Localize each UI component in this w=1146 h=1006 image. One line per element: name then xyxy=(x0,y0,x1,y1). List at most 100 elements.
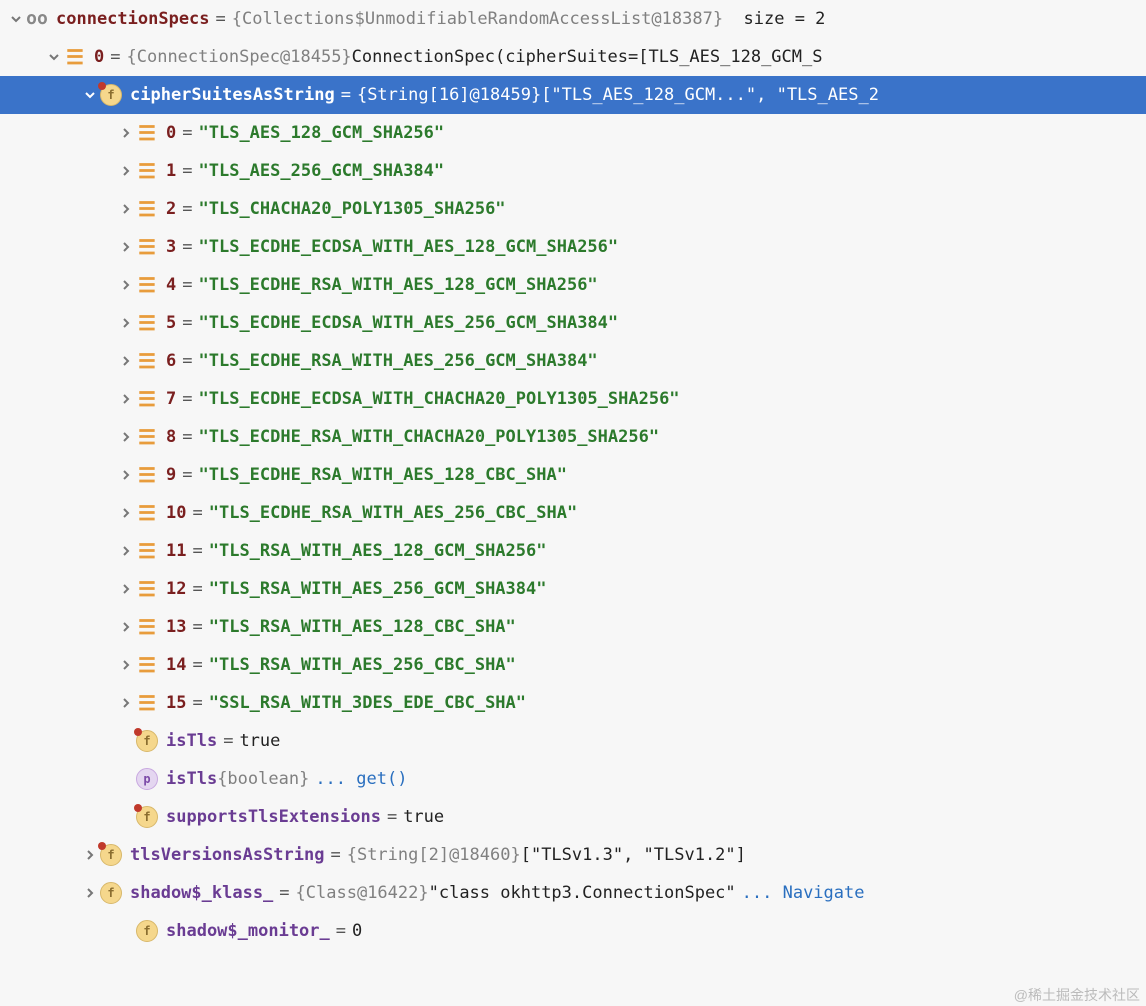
suite-item[interactable]: ☰2 = "TLS_CHACHA20_POLY1305_SHA256" xyxy=(0,190,1146,228)
index: 4 xyxy=(166,277,176,294)
object-ref: {Collections$UnmodifiableRandomAccessLis… xyxy=(232,11,723,28)
text: = xyxy=(182,277,192,294)
chevron-right-icon[interactable] xyxy=(116,393,136,405)
array-item-0[interactable]: ☰0 = {ConnectionSpec@18455} ConnectionSp… xyxy=(0,38,1146,76)
size-label: size = 2 xyxy=(723,11,825,28)
object-ref: {String[16]@18459} xyxy=(357,87,541,104)
array-icon: ☰ xyxy=(136,312,158,334)
text: = xyxy=(330,847,340,864)
var-connectionSpecs[interactable]: ooconnectionSpecs = {Collections$Unmodif… xyxy=(0,0,1146,38)
array-icon: ☰ xyxy=(136,122,158,144)
index: 9 xyxy=(166,467,176,484)
string-value: "TLS_ECDHE_RSA_WITH_AES_128_CBC_SHA" xyxy=(199,467,567,484)
suite-item[interactable]: ☰7 = "TLS_ECDHE_ECDSA_WITH_CHACHA20_POLY… xyxy=(0,380,1146,418)
navigate-link[interactable]: ... Navigate xyxy=(742,885,865,902)
array-icon: ☰ xyxy=(136,274,158,296)
string-value: "TLS_RSA_WITH_AES_128_GCM_SHA256" xyxy=(209,543,547,560)
watermark: @稀土掘金技术社区 xyxy=(1014,988,1140,1002)
property-isTls[interactable]: pisTls {boolean} ... get() xyxy=(0,760,1146,798)
array-icon: ☰ xyxy=(136,160,158,182)
string-value: "TLS_ECDHE_ECDSA_WITH_AES_256_GCM_SHA384… xyxy=(199,315,619,332)
chevron-right-icon[interactable] xyxy=(116,545,136,557)
chevron-right-icon[interactable] xyxy=(116,279,136,291)
field-name: shadow$_klass_ xyxy=(130,885,273,902)
property-icon: p xyxy=(136,768,158,790)
string-value: "TLS_RSA_WITH_AES_256_GCM_SHA384" xyxy=(209,581,547,598)
index: 8 xyxy=(166,429,176,446)
chevron-right-icon[interactable] xyxy=(116,241,136,253)
chevron-right-icon[interactable] xyxy=(116,469,136,481)
index: 2 xyxy=(166,201,176,218)
chevron-right-icon[interactable] xyxy=(116,507,136,519)
index: 14 xyxy=(166,657,186,674)
suite-item[interactable]: ☰1 = "TLS_AES_256_GCM_SHA384" xyxy=(0,152,1146,190)
chevron-right-icon[interactable] xyxy=(116,659,136,671)
chevron-right-icon[interactable] xyxy=(116,431,136,443)
value: true xyxy=(239,733,280,750)
field-cipherSuitesAsString[interactable]: fcipherSuitesAsString = {String[16]@1845… xyxy=(0,76,1146,114)
chevron-right-icon[interactable] xyxy=(80,849,100,861)
chevron-right-icon[interactable] xyxy=(116,697,136,709)
suite-item[interactable]: ☰0 = "TLS_AES_128_GCM_SHA256" xyxy=(0,114,1146,152)
string-value: "TLS_ECDHE_ECDSA_WITH_AES_128_GCM_SHA256… xyxy=(199,239,619,256)
chevron-right-icon[interactable] xyxy=(116,317,136,329)
string-value: "TLS_ECDHE_RSA_WITH_CHACHA20_POLY1305_SH… xyxy=(199,429,660,446)
chevron-right-icon[interactable] xyxy=(116,203,136,215)
field-isTls[interactable]: fisTls = true xyxy=(0,722,1146,760)
text: = xyxy=(192,581,202,598)
index: 5 xyxy=(166,315,176,332)
suite-item[interactable]: ☰11 = "TLS_RSA_WITH_AES_128_GCM_SHA256" xyxy=(0,532,1146,570)
array-icon: ☰ xyxy=(136,388,158,410)
string-value: "TLS_ECDHE_ECDSA_WITH_CHACHA20_POLY1305_… xyxy=(199,391,680,408)
get-link[interactable]: ... get() xyxy=(315,771,407,788)
chevron-right-icon[interactable] xyxy=(116,621,136,633)
suite-item[interactable]: ☰9 = "TLS_ECDHE_RSA_WITH_AES_128_CBC_SHA… xyxy=(0,456,1146,494)
chevron-down-icon[interactable] xyxy=(6,13,26,25)
chevron-right-icon[interactable] xyxy=(80,887,100,899)
type: {boolean} xyxy=(217,771,309,788)
chevron-right-icon[interactable] xyxy=(116,127,136,139)
suite-item[interactable]: ☰14 = "TLS_RSA_WITH_AES_256_CBC_SHA" xyxy=(0,646,1146,684)
index: 11 xyxy=(166,543,186,560)
suite-item[interactable]: ☰10 = "TLS_ECDHE_RSA_WITH_AES_256_CBC_SH… xyxy=(0,494,1146,532)
string-value: "SSL_RSA_WITH_3DES_EDE_CBC_SHA" xyxy=(209,695,526,712)
array-icon: ☰ xyxy=(136,236,158,258)
index: 3 xyxy=(166,239,176,256)
suite-item[interactable]: ☰6 = "TLS_ECDHE_RSA_WITH_AES_256_GCM_SHA… xyxy=(0,342,1146,380)
field-supportsTlsExtensions[interactable]: fsupportsTlsExtensions = true xyxy=(0,798,1146,836)
watch-icon: oo xyxy=(26,8,48,30)
value: true xyxy=(403,809,444,826)
suite-item[interactable]: ☰ 4 = "TLS_ECDHE_RSA_WITH_AES_128_GCM_SHA… xyxy=(0,266,1146,304)
string-value: "TLS_ECDHE_RSA_WITH_AES_256_GCM_SHA384" xyxy=(199,353,598,370)
field-shadow-monitor[interactable]: fshadow$_monitor_ = 0 xyxy=(0,912,1146,950)
chevron-right-icon[interactable] xyxy=(116,583,136,595)
field-tlsVersionsAsString[interactable]: ftlsVersionsAsString = {String[2]@18460}… xyxy=(0,836,1146,874)
array-icon: ☰ xyxy=(136,616,158,638)
suite-item[interactable]: ☰8 = "TLS_ECDHE_RSA_WITH_CHACHA20_POLY13… xyxy=(0,418,1146,456)
array-icon: ☰ xyxy=(136,654,158,676)
string-value: "TLS_ECDHE_RSA_WITH_AES_128_GCM_SHA256" xyxy=(199,277,598,294)
chevron-down-icon[interactable] xyxy=(44,51,64,63)
suite-item[interactable]: ☰12 = "TLS_RSA_WITH_AES_256_GCM_SHA384" xyxy=(0,570,1146,608)
value: 0 xyxy=(352,923,362,940)
field-icon: f xyxy=(100,844,122,866)
suite-item[interactable]: ☰13 = "TLS_RSA_WITH_AES_128_CBC_SHA" xyxy=(0,608,1146,646)
suite-item[interactable]: ☰3 = "TLS_ECDHE_ECDSA_WITH_AES_128_GCM_S… xyxy=(0,228,1146,266)
field-shadow-klass[interactable]: fshadow$_klass_ = {Class@16422} "class o… xyxy=(0,874,1146,912)
object-ref: {String[2]@18460} xyxy=(347,847,521,864)
text: = xyxy=(182,201,192,218)
chevron-down-icon[interactable] xyxy=(80,89,100,101)
index: 15 xyxy=(166,695,186,712)
field-name: isTls xyxy=(166,733,217,750)
chevron-right-icon[interactable] xyxy=(116,165,136,177)
text: = xyxy=(182,391,192,408)
chevron-right-icon[interactable] xyxy=(116,355,136,367)
text: = xyxy=(341,87,351,104)
text: = xyxy=(216,11,226,28)
array-icon: ☰ xyxy=(136,540,158,562)
string-value: "TLS_AES_256_GCM_SHA384" xyxy=(199,163,445,180)
field-name: supportsTlsExtensions xyxy=(166,809,381,826)
suite-item[interactable]: ☰5 = "TLS_ECDHE_ECDSA_WITH_AES_256_GCM_S… xyxy=(0,304,1146,342)
index: 1 xyxy=(166,163,176,180)
suite-item[interactable]: ☰15 = "SSL_RSA_WITH_3DES_EDE_CBC_SHA" xyxy=(0,684,1146,722)
